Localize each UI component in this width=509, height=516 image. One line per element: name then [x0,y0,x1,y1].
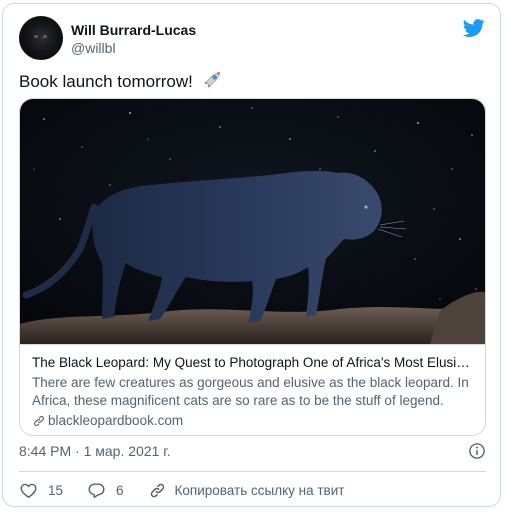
copy-link-icon [150,483,164,497]
card-description: There are few creatures as gorgeous and … [32,375,469,408]
author-display-name[interactable]: Will Burrard-Lucas [71,21,196,39]
avatar[interactable] [19,16,63,60]
tweet-header: Will Burrard-Lucas @willbl [19,16,486,60]
tweet-text: Book launch tomorrow! [19,70,222,93]
tweet-card: Will Burrard-Lucas @willbl Book launch t… [2,3,501,507]
author-names: Will Burrard-Lucas @willbl [71,21,196,57]
reply-button[interactable]: 6 [87,481,124,500]
tweet-meta: 8:44 PM · 1 мар. 2021 г. [19,441,486,461]
heart-icon [20,483,37,498]
link-preview-card[interactable]: The Black Leopard: My Quest to Photograp… [19,98,486,436]
author-handle[interactable]: @willbl [71,39,196,57]
tweet-text-body: Book launch tomorrow! [19,72,193,91]
divider [19,471,486,472]
info-icon[interactable] [468,442,486,460]
reply-count: 6 [116,482,124,498]
rocket-icon [203,72,220,89]
card-link[interactable]: blackleopardbook.com [32,412,475,430]
like-button[interactable]: 15 [19,481,63,500]
reply-icon [88,482,105,498]
card-body: The Black Leopard: My Quest to Photograp… [20,344,485,435]
card-title[interactable]: The Black Leopard: My Quest to Photograp… [32,354,475,372]
card-domain: blackleopardbook.com [48,413,184,428]
twitter-bird-icon[interactable] [462,17,486,39]
timestamp[interactable]: 8:44 PM · 1 мар. 2021 г. [19,443,171,459]
link-icon [34,415,44,427]
copy-link-button[interactable]: Копировать ссылку на твит [148,481,345,500]
action-bar: 15 6 Копировать ссылку на твит [19,478,368,502]
card-image[interactable] [20,99,486,344]
like-count: 15 [48,482,64,498]
copy-link-label: Копировать ссылку на твит [174,482,345,498]
